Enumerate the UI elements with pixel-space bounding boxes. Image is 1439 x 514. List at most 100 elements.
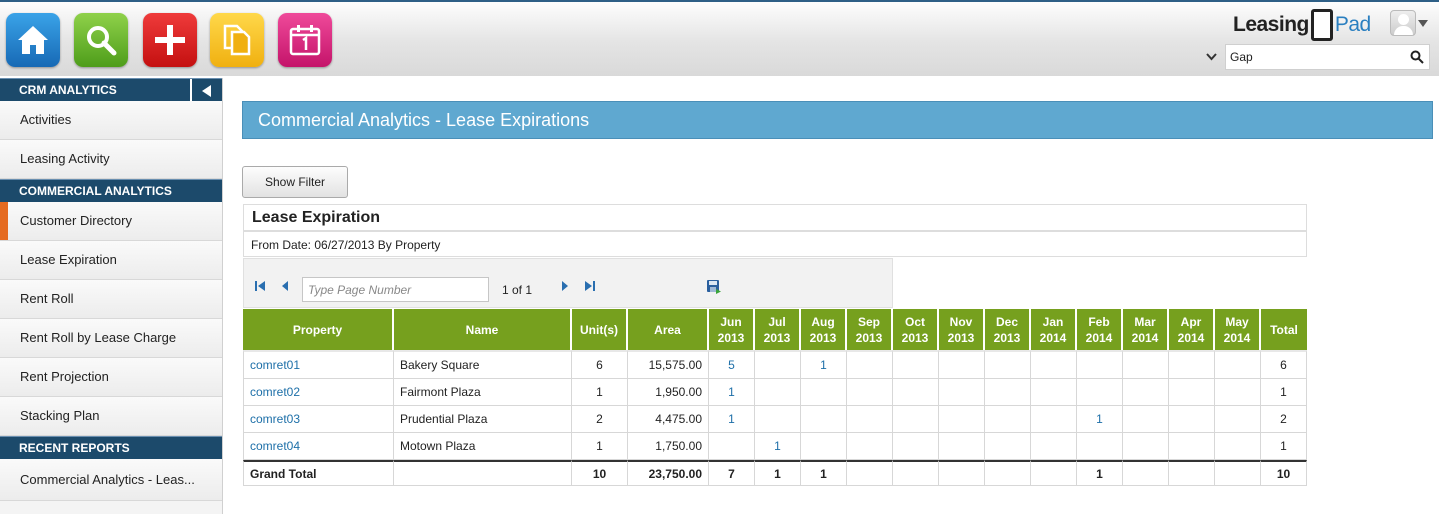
show-filter-button[interactable]: Show Filter <box>242 166 348 198</box>
month-label: Jul <box>768 314 786 329</box>
year-label: 2014 <box>1085 330 1113 345</box>
month-count-cell <box>985 350 1031 379</box>
year-label: 2014 <box>1039 330 1067 345</box>
page-count: 1 of 1 <box>502 283 533 297</box>
report-subtitle: From Date: 06/27/2013 By Property <box>251 238 441 252</box>
user-menu-caret-icon[interactable] <box>1418 20 1428 27</box>
search-input[interactable] <box>1226 45 1406 69</box>
sidebar-item-rent-roll-by-lease-charge[interactable]: Rent Roll by Lease Charge <box>0 319 222 358</box>
grand-total-month-cell: 1 <box>801 460 847 486</box>
year-label: 2013 <box>855 330 883 345</box>
area-cell: 1,950.00 <box>628 379 709 406</box>
property-link[interactable]: comret03 <box>243 406 394 433</box>
sidebar-item-lease-expiration[interactable]: Lease Expiration <box>0 241 222 280</box>
month-count-cell <box>893 433 939 460</box>
table-row: comret03 Prudential Plaza 2 4,475.00 1 1 2 <box>243 406 1307 433</box>
search-app-button[interactable] <box>74 13 128 67</box>
total-cell: 1 <box>1261 379 1307 406</box>
report-subtitle-box: From Date: 06/27/2013 By Property <box>243 231 1307 257</box>
sidebar-item-activities[interactable]: Activities <box>0 101 222 140</box>
col-header-area[interactable]: Area <box>628 309 709 350</box>
page-header: Commercial Analytics - Lease Expirations <box>242 101 1433 139</box>
sidebar-section-crm-analytics: CRM ANALYTICS <box>0 78 222 102</box>
month-count-cell <box>1215 406 1261 433</box>
col-header-month[interactable]: Dec 2013 <box>985 309 1031 350</box>
month-count-cell <box>893 379 939 406</box>
sidebar-item-rent-projection[interactable]: Rent Projection <box>0 358 222 397</box>
year-label: 2014 <box>1223 330 1251 345</box>
month-count-cell <box>939 379 985 406</box>
month-count-cell[interactable]: 1 <box>1077 406 1123 433</box>
grand-total-label: Grand Total <box>243 460 394 486</box>
month-count-cell <box>1215 433 1261 460</box>
col-header-month[interactable]: Oct 2013 <box>893 309 939 350</box>
col-header-month[interactable]: Jan 2014 <box>1031 309 1077 350</box>
property-link[interactable]: comret04 <box>243 433 394 460</box>
sidebar-item-recent-report[interactable]: Commercial Analytics - Leas... <box>0 459 222 501</box>
month-label: May <box>1225 314 1249 329</box>
col-header-total[interactable]: Total <box>1261 309 1307 350</box>
month-label: Oct <box>904 314 925 329</box>
export-save-icon[interactable] <box>706 279 722 300</box>
previous-page-button[interactable] <box>280 279 294 293</box>
tablet-icon <box>1310 9 1333 41</box>
col-header-month[interactable]: Sep 2013 <box>847 309 893 350</box>
month-count-cell <box>985 406 1031 433</box>
sidebar-item-leasing-activity[interactable]: Leasing Activity <box>0 140 222 179</box>
col-header-month[interactable]: Jul 2013 <box>755 309 801 350</box>
area-cell: 15,575.00 <box>628 350 709 379</box>
month-count-cell <box>939 406 985 433</box>
documents-button[interactable] <box>210 13 264 67</box>
property-link[interactable]: comret02 <box>243 379 394 406</box>
col-header-month[interactable]: May 2014 <box>1215 309 1261 350</box>
month-count-cell <box>1031 350 1077 379</box>
sidebar-item-stacking-plan[interactable]: Stacking Plan <box>0 397 222 436</box>
search-icon[interactable] <box>1410 50 1424 64</box>
table-row: comret04 Motown Plaza 1 1,750.00 1 1 <box>243 433 1307 460</box>
page-number-input[interactable] <box>302 277 489 302</box>
last-page-button[interactable] <box>584 279 598 293</box>
col-header-month[interactable]: Aug 2013 <box>801 309 847 350</box>
col-header-month[interactable]: Apr 2014 <box>1169 309 1215 350</box>
home-button[interactable] <box>6 13 60 67</box>
month-count-cell[interactable]: 1 <box>709 379 755 406</box>
month-count-cell <box>709 433 755 460</box>
user-avatar[interactable] <box>1390 10 1416 36</box>
units-cell: 2 <box>572 406 628 433</box>
month-count-cell[interactable]: 1 <box>755 433 801 460</box>
month-count-cell <box>847 379 893 406</box>
col-header-month[interactable]: Nov 2013 <box>939 309 985 350</box>
col-header-units[interactable]: Unit(s) <box>572 309 628 350</box>
col-header-month[interactable]: Jun 2013 <box>709 309 755 350</box>
month-count-cell <box>755 406 801 433</box>
sidebar-item-rent-roll[interactable]: Rent Roll <box>0 280 222 319</box>
table-row: comret01 Bakery Square 6 15,575.00 5 1 6 <box>243 350 1307 379</box>
month-count-cell <box>1031 379 1077 406</box>
month-count-cell <box>1169 350 1215 379</box>
col-header-name[interactable]: Name <box>394 309 572 350</box>
add-button[interactable] <box>143 13 197 67</box>
month-count-cell <box>801 379 847 406</box>
month-label: Feb <box>1088 314 1110 329</box>
month-count-cell <box>1123 379 1169 406</box>
search-scope-dropdown-icon[interactable] <box>1206 50 1217 64</box>
col-header-month[interactable]: Feb 2014 <box>1077 309 1123 350</box>
calendar-button[interactable] <box>278 13 332 67</box>
next-page-button[interactable] <box>560 279 574 293</box>
col-header-property[interactable]: Property <box>243 309 394 350</box>
col-header-month[interactable]: Mar 2014 <box>1123 309 1169 350</box>
month-label: Jan <box>1042 314 1064 329</box>
sidebar-item-customer-directory[interactable]: Customer Directory <box>0 202 222 241</box>
collapse-sidebar-button[interactable] <box>190 79 222 102</box>
month-count-cell[interactable]: 1 <box>801 350 847 379</box>
first-page-button[interactable] <box>254 279 268 293</box>
property-link[interactable]: comret01 <box>243 350 394 379</box>
property-name-cell: Bakery Square <box>394 350 572 379</box>
month-count-cell <box>1123 433 1169 460</box>
month-count-cell[interactable]: 5 <box>709 350 755 379</box>
month-count-cell[interactable]: 1 <box>709 406 755 433</box>
month-count-cell <box>1077 379 1123 406</box>
report-title-box: Lease Expiration <box>243 204 1307 231</box>
grand-total-month-cell: 1 <box>755 460 801 486</box>
table-body: comret01 Bakery Square 6 15,575.00 5 1 6 comret… <box>243 350 1307 460</box>
